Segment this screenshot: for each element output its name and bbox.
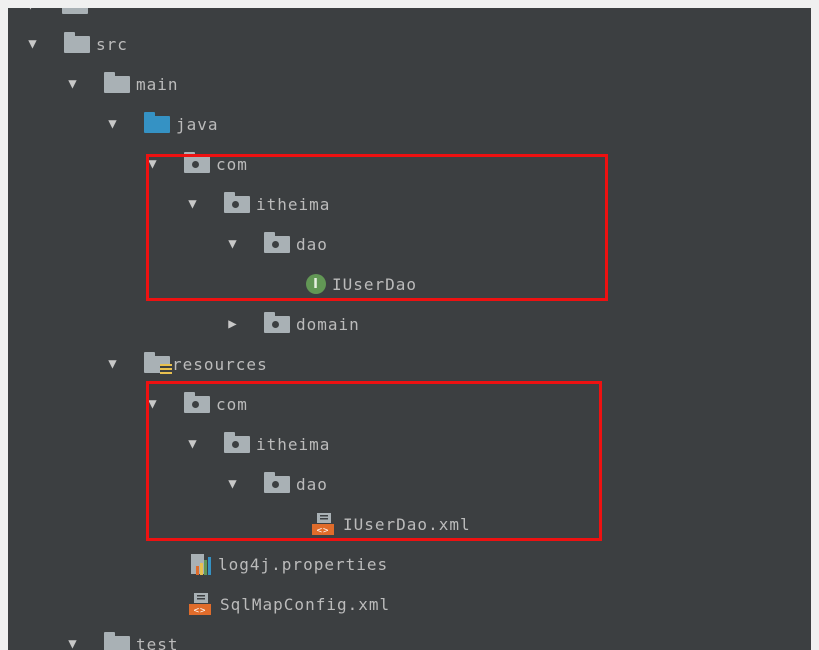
tree-item-label: src bbox=[96, 34, 128, 54]
expand-arrow-icon[interactable]: ▼ bbox=[146, 397, 160, 411]
tree-item-log4j[interactable]: log4j.properties bbox=[188, 551, 388, 577]
tree-item-label: SqlMapConfig.xml bbox=[220, 594, 391, 614]
package-icon bbox=[264, 311, 290, 333]
expand-arrow-icon[interactable]: ▼ bbox=[106, 357, 120, 371]
expand-arrow-icon[interactable]: ▼ bbox=[186, 197, 200, 211]
package-icon bbox=[184, 391, 210, 413]
svg-text:<>: <> bbox=[317, 526, 330, 536]
resources-marker-icon bbox=[160, 363, 172, 376]
package-icon bbox=[224, 431, 250, 453]
resources-folder-icon bbox=[144, 351, 172, 376]
package-icon bbox=[264, 231, 290, 253]
tree-item-java[interactable]: ▼ java bbox=[106, 111, 219, 137]
tree-item-label: itheima bbox=[256, 434, 331, 454]
tree-item-label: java bbox=[176, 114, 219, 134]
tree-item-itheima-java[interactable]: ▼ itheima bbox=[186, 191, 330, 217]
tree-item-sqlmapconfig[interactable]: <> SqlMapConfig.xml bbox=[188, 591, 390, 617]
tree-item-main[interactable]: ▼ main bbox=[66, 71, 179, 97]
tree-item-iuserdao[interactable]: I IUserDao bbox=[306, 271, 417, 297]
tree-item-label: resources bbox=[172, 354, 268, 374]
folder-icon bbox=[104, 631, 130, 650]
source-root-folder-icon bbox=[144, 111, 170, 133]
folder-icon bbox=[62, 8, 88, 14]
tree-item-label: dao bbox=[296, 234, 328, 254]
folder-icon bbox=[104, 71, 130, 93]
tree-item-dao-res[interactable]: ▼ dao bbox=[226, 471, 328, 497]
tree-item-label: domain bbox=[296, 314, 360, 334]
expand-arrow-icon[interactable]: ▼ bbox=[186, 437, 200, 451]
tree-item-label: IUserDao bbox=[332, 274, 418, 294]
tree-item-iuserdao-xml[interactable]: <> IUserDao.xml bbox=[311, 511, 471, 537]
package-icon bbox=[264, 471, 290, 493]
tree-item-cut-off[interactable]: ▼ bbox=[24, 8, 94, 18]
package-icon bbox=[184, 151, 210, 173]
tree-item-src[interactable]: ▼ src bbox=[26, 31, 128, 57]
tree-item-label: main bbox=[136, 74, 179, 94]
xml-file-icon: <> bbox=[189, 593, 211, 616]
tree-item-label: com bbox=[216, 154, 248, 174]
xml-file-icon: <> bbox=[312, 513, 334, 536]
tree-item-label: itheima bbox=[256, 194, 331, 214]
expand-arrow-icon[interactable]: ▼ bbox=[66, 77, 80, 91]
tree-item-dao-java[interactable]: ▼ dao bbox=[226, 231, 328, 257]
tree-item-test[interactable]: ▼ test bbox=[66, 631, 179, 650]
tree-item-label: IUserDao.xml bbox=[343, 514, 471, 534]
properties-file-icon bbox=[191, 554, 211, 575]
tree-item-itheima-res[interactable]: ▼ itheima bbox=[186, 431, 330, 457]
svg-text:<>: <> bbox=[194, 606, 207, 616]
tree-item-com-java[interactable]: ▼ com bbox=[146, 151, 248, 177]
tree-item-label: com bbox=[216, 394, 248, 414]
tree-item-label: log4j.properties bbox=[218, 554, 389, 574]
expand-arrow-icon[interactable]: ▼ bbox=[26, 37, 40, 51]
expand-arrow-icon[interactable]: ▼ bbox=[226, 477, 240, 491]
interface-icon: I bbox=[306, 274, 326, 294]
expand-arrow-icon[interactable]: ▼ bbox=[24, 8, 38, 12]
expand-arrow-icon[interactable]: ▼ bbox=[106, 117, 120, 131]
expand-arrow-icon[interactable]: ▼ bbox=[226, 237, 240, 251]
tree-item-domain[interactable]: ▶ domain bbox=[226, 311, 360, 337]
tree-item-resources[interactable]: ▼ resources bbox=[106, 351, 268, 377]
tree-item-label: dao bbox=[296, 474, 328, 494]
expand-arrow-icon[interactable]: ▼ bbox=[66, 637, 80, 650]
folder-icon bbox=[64, 31, 90, 53]
expand-arrow-icon[interactable]: ▼ bbox=[146, 157, 160, 171]
collapsed-arrow-icon[interactable]: ▶ bbox=[226, 317, 240, 331]
package-icon bbox=[224, 191, 250, 213]
tree-item-label: test bbox=[136, 634, 179, 650]
tree-item-com-res[interactable]: ▼ com bbox=[146, 391, 248, 417]
project-tree-panel: ▼ ▼ src ▼ main ▼ java ▼ com ▼ itheima ▼ … bbox=[8, 8, 811, 650]
